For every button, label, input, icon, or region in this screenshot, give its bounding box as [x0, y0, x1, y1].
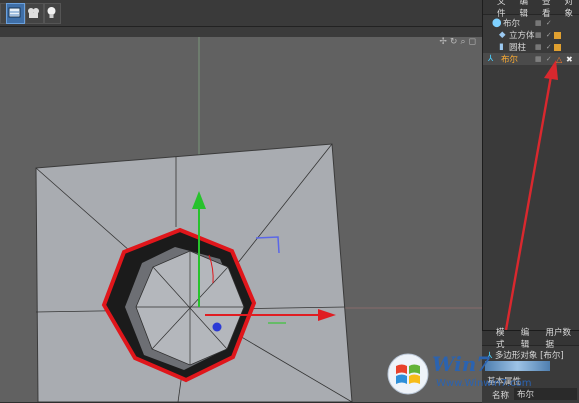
viewport-header: [0, 27, 482, 37]
object-manager-menu: 文件 编辑 查看 对象: [483, 0, 579, 15]
material-tag-icon[interactable]: [554, 44, 561, 51]
close-tag-icon[interactable]: ✖: [566, 55, 573, 64]
polygon-object-icon: ⅄: [488, 54, 493, 64]
top-toolbar: [0, 0, 482, 27]
material-tag-icon[interactable]: [554, 32, 561, 39]
warning-tag-icon[interactable]: △: [556, 55, 562, 64]
attribute-manager-menu: 模式 编辑 用户数据: [482, 331, 579, 346]
boole-icon: ⬤: [492, 18, 502, 28]
cylinder-icon: ▮: [499, 42, 504, 52]
axis-z-handle[interactable]: [213, 323, 222, 332]
object-row-boole-selected[interactable]: ⅄ 布尔 ▦ ✓ △ ✖: [483, 53, 579, 65]
object-name: 圆柱: [509, 41, 526, 53]
watermark-site: Www.Winwin7.com: [436, 378, 531, 389]
render-view-icon: [7, 4, 22, 21]
camera-button[interactable]: [25, 3, 44, 24]
visibility-flags[interactable]: ▦ ✓: [535, 55, 553, 63]
object-name: 布尔: [503, 17, 520, 29]
watermark-brand: Win7: [432, 352, 490, 376]
camera-icon: [26, 4, 41, 21]
visibility-flags[interactable]: ▦ ✓: [535, 19, 553, 27]
light-button[interactable]: [44, 3, 61, 24]
object-name: 布尔: [501, 53, 518, 65]
object-row-cylinder[interactable]: ▮ 圆柱 ▦ ✓: [483, 41, 579, 53]
cube-icon: ◆: [499, 30, 506, 40]
light-bulb-icon: [45, 4, 58, 21]
object-row-boole[interactable]: ⬤ 布尔 ▦ ✓: [483, 17, 579, 29]
render-view-button[interactable]: [6, 3, 25, 24]
visibility-flags[interactable]: ▦ ✓: [535, 31, 553, 39]
windows-logo-icon: [386, 352, 430, 396]
visibility-flags[interactable]: ▦ ✓: [535, 43, 553, 51]
watermark-logo: Win7 Www.Winwin7.com: [378, 346, 579, 402]
object-name: 立方体: [509, 29, 535, 41]
object-row-cube[interactable]: ◆ 立方体 ▦ ✓: [483, 29, 579, 41]
